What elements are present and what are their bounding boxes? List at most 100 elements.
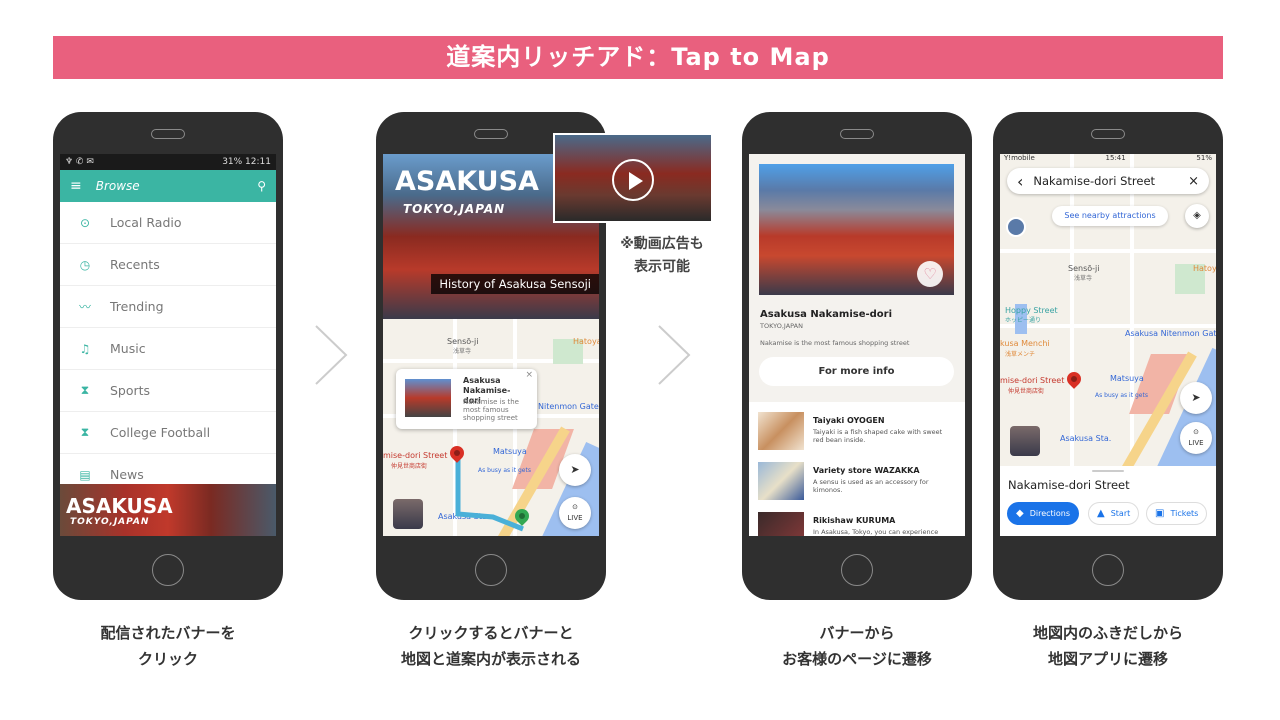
menu-item-sports[interactable]: ⧗ Sports: [60, 370, 276, 412]
list-item[interactable]: Rikishaw KURUMA In Asakusa, Tokyo, you c…: [749, 508, 965, 536]
search-input[interactable]: Nakamise-dori Street: [1033, 174, 1188, 188]
status-bar: ♆ ✆ ✉ 31% 12:11: [60, 154, 276, 170]
map-popup-card[interactable]: Asakusa Nakamise-dori Nakamise is the mo…: [396, 369, 537, 429]
start-button[interactable]: ▲ Start: [1088, 502, 1140, 525]
list-item-title: Taiyaki OYOGEN: [813, 416, 885, 425]
menu-item-local-radio[interactable]: ⊙ Local Radio: [60, 202, 276, 244]
layers-icon: ◈: [1193, 210, 1201, 221]
menu-item-label: News: [110, 467, 144, 482]
trophy-icon: ⧗: [80, 383, 90, 397]
phone-3: ♡ Asakusa Nakamise-dori TOKYO,JAPAN Naka…: [742, 112, 972, 600]
menu-item-trending[interactable]: 〰 Trending: [60, 286, 276, 328]
close-icon[interactable]: ×: [525, 370, 533, 380]
popup-desc: Nakamise is the most famous shopping str…: [463, 398, 519, 422]
ad-banner-title: ASAKUSA: [66, 494, 173, 518]
phone-speaker: [1091, 129, 1125, 139]
popup-thumbnail: [405, 379, 451, 417]
hero-subtitle: TOKYO,JAPAN: [403, 202, 506, 216]
live-icon: ⊙: [572, 503, 578, 511]
home-button[interactable]: [1092, 554, 1124, 586]
video-note-line: ※動画広告も: [620, 236, 704, 252]
close-icon[interactable]: ×: [1188, 174, 1199, 189]
step-arrow-icon: [658, 325, 691, 385]
menu-item-music[interactable]: ♫ Music: [60, 328, 276, 370]
map-label-station: Asakusa Sta.: [1060, 434, 1112, 443]
menu-item-recents[interactable]: ◷ Recents: [60, 244, 276, 286]
spot-list: Taiyaki OYOGEN Taiyaki is a fish shaped …: [749, 402, 965, 536]
list-item[interactable]: Taiyaki OYOGEN Taiyaki is a fish shaped …: [749, 408, 965, 456]
live-label: LIVE: [567, 514, 583, 522]
map-label-nitenmon: Asakusa Nitenmon Gate: [1125, 329, 1216, 338]
home-button[interactable]: [475, 554, 507, 586]
hero-caption: History of Asakusa Sensoji: [431, 274, 599, 294]
phone-3-screen: ♡ Asakusa Nakamise-dori TOKYO,JAPAN Naka…: [749, 154, 965, 536]
status-battery: 51%: [1196, 154, 1212, 162]
sheet-drag-handle[interactable]: [1092, 470, 1124, 472]
status-right: 31% 12:11: [222, 157, 271, 167]
back-icon[interactable]: ‹: [1017, 172, 1023, 191]
my-location-button[interactable]: ➤: [559, 454, 591, 486]
phone-4: Y!mobile 15:41 51% ‹ Nakamise-dori Stree…: [993, 112, 1223, 600]
step-2-caption: クリックするとバナーと 地図と道案内が表示される: [361, 620, 621, 672]
video-ad-preview[interactable]: [553, 133, 713, 223]
caption-line: 地図内のふきだしから: [1032, 624, 1183, 642]
search-bar[interactable]: ‹ Nakamise-dori Street ×: [1007, 168, 1209, 194]
photo-marker[interactable]: [1006, 217, 1026, 237]
live-view-button[interactable]: ⊙ LIVE: [559, 497, 591, 529]
menu-item-college-football[interactable]: ⧗ College Football: [60, 412, 276, 454]
map-view[interactable]: Sensō-ji 浅草寺 Hatoya Nitenmon Gate mise-d…: [383, 319, 599, 536]
phone-1-screen: ♆ ✆ ✉ 31% 12:11 ≡ Browse ⚲ ⊙ Local Radio …: [60, 154, 276, 536]
search-icon[interactable]: ⚲: [257, 179, 266, 193]
button-label: Start: [1110, 509, 1131, 518]
navigation-arrow-icon: ➤: [570, 463, 580, 476]
live-icon: ⊙: [1193, 428, 1199, 436]
map-label-matsuya-note: As busy as it gets: [1095, 392, 1148, 399]
step-4-caption: 地図内のふきだしから 地図アプリに遷移: [978, 620, 1238, 672]
heart-icon[interactable]: ♡: [917, 261, 943, 287]
status-bar: Y!mobile 15:41 51%: [1000, 154, 1216, 164]
menu-item-label: Sports: [110, 383, 151, 398]
step-3-caption: バナーから お客様のページに遷移: [727, 620, 987, 672]
status-time: 15:41: [1105, 154, 1126, 162]
menu-icon[interactable]: ≡: [70, 178, 82, 194]
more-info-button[interactable]: For more info: [759, 357, 954, 386]
menu-item-label: Local Radio: [110, 215, 182, 230]
live-view-button[interactable]: ⊙ LIVE: [1180, 422, 1212, 454]
map-label-menchi-jp: 浅草メンチ: [1005, 351, 1036, 358]
asakusa-ad-banner[interactable]: ASAKUSA TOKYO,JAPAN: [60, 484, 276, 536]
home-button[interactable]: [152, 554, 184, 586]
status-left-icons: ♆ ✆ ✉: [65, 157, 94, 167]
map-label-matsuya: Matsuya: [1110, 374, 1144, 383]
caption-line: クリックするとバナーと: [408, 624, 574, 642]
caption-line: バナーから: [819, 624, 895, 642]
caption-line: お客様のページに遷移: [782, 650, 932, 668]
destination-pin-icon[interactable]: [1064, 369, 1084, 389]
list-item-image: [758, 412, 804, 450]
map-label-nakamise: mise-dori Street: [1000, 376, 1065, 385]
button-label: Tickets: [1170, 509, 1199, 518]
street-view-thumbnail[interactable]: [393, 499, 423, 529]
phone-speaker: [840, 129, 874, 139]
video-note: ※動画広告も 表示可能: [612, 233, 712, 279]
nearby-attractions-chip[interactable]: See nearby attractions: [1052, 206, 1168, 226]
map-label-hoppy-jp: ホッピー通り: [1005, 317, 1042, 324]
phone-speaker: [474, 129, 508, 139]
step-1-caption: 配信されたバナーを クリック: [38, 620, 298, 672]
map-label-menchi: kusa Menchi: [1000, 339, 1050, 348]
my-location-button[interactable]: ➤: [1180, 382, 1212, 414]
tickets-button[interactable]: ▣ Tickets: [1146, 502, 1208, 525]
news-icon: ▤: [79, 467, 91, 482]
play-icon[interactable]: [612, 159, 654, 201]
button-label: Directions: [1029, 509, 1071, 518]
ad-banner-subtitle: TOKYO,JAPAN: [70, 517, 150, 527]
home-button[interactable]: [841, 554, 873, 586]
menu-item-label: Recents: [110, 257, 160, 272]
street-view-thumbnail[interactable]: [1010, 426, 1040, 456]
map-label-hatoya: Hatoya: [1193, 264, 1216, 273]
place-bottom-sheet[interactable]: Nakamise-dori Street ◆ Directions ▲ Start …: [1000, 466, 1216, 536]
layers-button[interactable]: ◈: [1185, 204, 1209, 228]
directions-button[interactable]: ◆ Directions: [1007, 502, 1080, 525]
google-map-view[interactable]: Y!mobile 15:41 51% ‹ Nakamise-dori Stree…: [1000, 154, 1216, 466]
list-item-desc: Taiyaki is a fish shaped cake with sweet…: [813, 428, 943, 444]
list-item[interactable]: Variety store WAZAKKA A sensu is used as…: [749, 458, 965, 506]
